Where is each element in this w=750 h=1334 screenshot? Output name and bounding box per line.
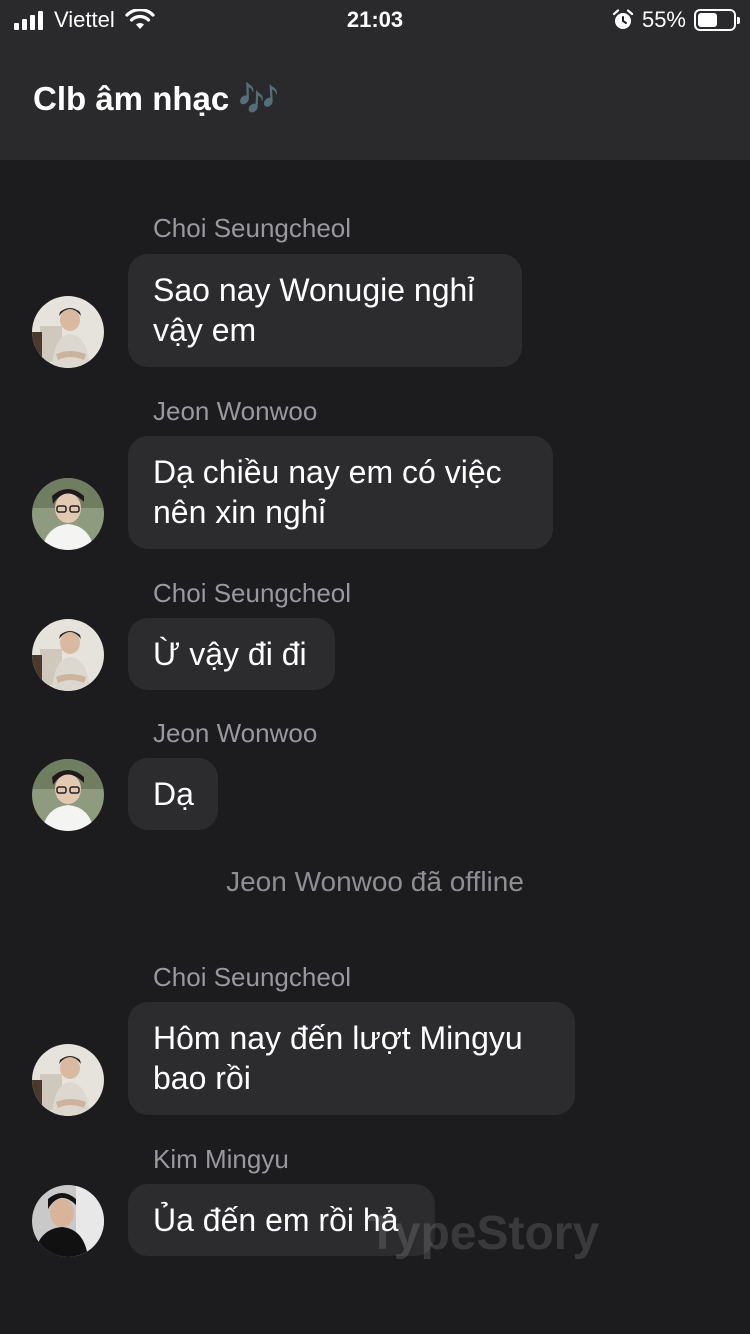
message-line: Ừ vậy đi đi <box>153 636 307 672</box>
battery-icon <box>694 9 740 31</box>
avatar-kim-mingyu[interactable] <box>32 1185 104 1257</box>
battery-level <box>698 13 717 27</box>
sender-name: Jeon Wonwoo <box>153 396 318 426</box>
avatar-jeon-wonwoo[interactable] <box>32 759 104 831</box>
sender-name: Choi Seungcheol <box>153 213 352 243</box>
alarm-icon <box>612 9 634 29</box>
avatar-image <box>32 478 104 550</box>
system-notice: Jeon Wonwoo đã offline <box>226 866 524 897</box>
status-bar: Viettel 21:03 55% <box>0 0 750 40</box>
avatar-choi-seungcheol[interactable] <box>32 1044 104 1116</box>
sender-name: Choi Seungcheol <box>153 962 352 992</box>
chat-title[interactable]: Clb âm nhạc 🎶 <box>33 80 279 119</box>
message-line: vậy em <box>153 312 257 348</box>
message-line: nên xin nghỉ <box>153 494 326 530</box>
message-bubble[interactable]: Sao nay Wonugie nghỉ vậy em <box>128 254 522 367</box>
message-line: bao rồi <box>153 1060 251 1096</box>
watermark-logo: TypeStory <box>368 1207 600 1260</box>
message-bubble[interactable]: Hôm nay đến lượt Mingyu bao rồi <box>128 1002 575 1115</box>
avatar-image <box>32 759 104 831</box>
avatar-image <box>32 1044 104 1116</box>
message-bubble[interactable]: Dạ <box>128 758 218 830</box>
sender-name: Kim Mingyu <box>153 1144 289 1174</box>
message-line: Sao nay Wonugie nghỉ <box>153 272 475 308</box>
avatar-jeon-wonwoo[interactable] <box>32 478 104 550</box>
avatar-image <box>32 1185 104 1257</box>
status-right: 55% <box>612 7 740 33</box>
message-line: Hôm nay đến lượt Mingyu <box>153 1020 523 1056</box>
message-bubble[interactable]: Dạ chiều nay em có việc nên xin nghỉ <box>128 436 553 549</box>
sender-name: Jeon Wonwoo <box>153 718 318 748</box>
message-line: Dạ chiều nay em có việc <box>153 454 502 490</box>
avatar-choi-seungcheol[interactable] <box>32 296 104 368</box>
message-bubble[interactable]: Ừ vậy đi đi <box>128 618 335 690</box>
battery-percent: 55% <box>641 7 686 32</box>
avatar-image <box>32 296 104 368</box>
message-line: Dạ <box>153 776 194 812</box>
avatar-choi-seungcheol[interactable] <box>32 619 104 691</box>
sender-name: Choi Seungcheol <box>153 578 352 608</box>
avatar-image <box>32 619 104 691</box>
